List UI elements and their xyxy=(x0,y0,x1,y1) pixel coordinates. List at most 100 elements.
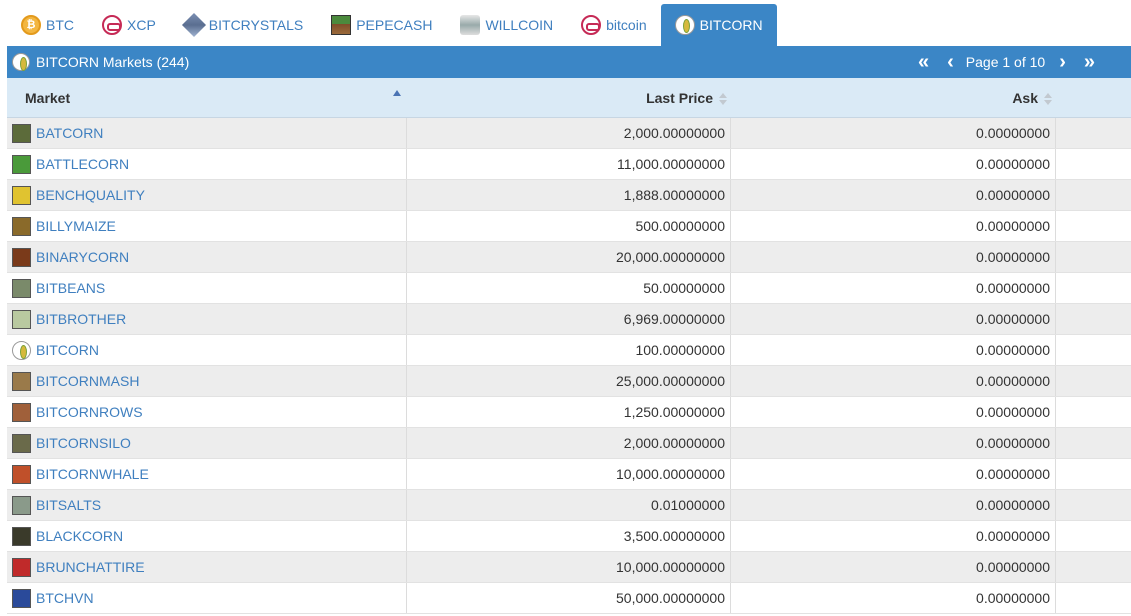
market-tabs: BTC XCP BITCRYSTALS PEPECASH WILLCOIN bi… xyxy=(7,4,777,46)
table-row[interactable]: BITBEANS 50.00000000 0.00000000 xyxy=(7,273,1131,304)
tab-bitcorn[interactable]: BITCORN xyxy=(660,4,777,46)
ask-value: 0.00000000 xyxy=(976,218,1050,234)
last-price-cell: 6,969.00000000 xyxy=(407,304,731,334)
market-link[interactable]: BITBROTHER xyxy=(36,311,126,327)
last-price-cell: 10,000.00000000 xyxy=(407,459,731,489)
column-header-market[interactable]: Market xyxy=(7,78,407,117)
willcoin-icon xyxy=(460,15,481,35)
market-cell: BITCORNSILO xyxy=(7,428,407,458)
ask-cell: 0.00000000 xyxy=(731,366,1056,396)
market-link[interactable]: BATTLECORN xyxy=(36,156,129,172)
last-price-value: 500.00000000 xyxy=(635,218,725,234)
ask-cell: 0.00000000 xyxy=(731,459,1056,489)
last-price-cell: 11,000.00000000 xyxy=(407,149,731,179)
last-price-value: 20,000.00000000 xyxy=(616,249,725,265)
last-price-value: 10,000.00000000 xyxy=(616,559,725,575)
table-row[interactable]: BITBROTHER 6,969.00000000 0.00000000 xyxy=(7,304,1131,335)
asset-icon xyxy=(12,495,31,515)
market-link[interactable]: BITCORNSILO xyxy=(36,435,131,451)
market-cell: BITCORNROWS xyxy=(7,397,407,427)
market-cell: BITSALTS xyxy=(7,490,407,520)
ask-value: 0.00000000 xyxy=(976,528,1050,544)
asset-icon xyxy=(12,340,31,360)
bitcorn-icon xyxy=(12,53,30,71)
ask-value: 0.00000000 xyxy=(976,187,1050,203)
first-page-icon[interactable]: « xyxy=(918,52,929,72)
asset-icon xyxy=(12,123,31,143)
ask-value: 0.00000000 xyxy=(976,156,1050,172)
table-row[interactable]: BITCORNMASH 25,000.00000000 0.00000000 xyxy=(7,366,1131,397)
market-link[interactable]: BILLYMAIZE xyxy=(36,218,116,234)
market-cell: BATCORN xyxy=(7,118,407,148)
market-link[interactable]: BTCHVN xyxy=(36,590,94,606)
tab-label: BITCRYSTALS xyxy=(208,17,304,33)
table-row[interactable]: BITSALTS 0.01000000 0.00000000 xyxy=(7,490,1131,521)
market-cell: BITBROTHER xyxy=(7,304,407,334)
market-link[interactable]: BITCORN xyxy=(36,342,99,358)
market-link[interactable]: BITBEANS xyxy=(36,280,105,296)
table-row[interactable]: BITCORNROWS 1,250.00000000 0.00000000 xyxy=(7,397,1131,428)
column-label: Last Price xyxy=(646,89,713,106)
tab-willcoin[interactable]: WILLCOIN xyxy=(446,4,567,46)
ask-cell: 0.00000000 xyxy=(731,273,1056,303)
market-link[interactable]: BITSALTS xyxy=(36,497,101,513)
market-link[interactable]: BINARYCORN xyxy=(36,249,129,265)
ask-value: 0.00000000 xyxy=(976,404,1050,420)
tab-bitcoin[interactable]: bitcoin xyxy=(567,4,660,46)
tab-btc[interactable]: BTC xyxy=(7,4,88,46)
market-link[interactable]: BITCORNROWS xyxy=(36,404,143,420)
bitcrystals-icon xyxy=(181,12,206,38)
table-row[interactable]: BILLYMAIZE 500.00000000 0.00000000 xyxy=(7,211,1131,242)
market-link[interactable]: BATCORN xyxy=(36,125,103,141)
ask-cell: 0.00000000 xyxy=(731,397,1056,427)
market-link[interactable]: BRUNCHATTIRE xyxy=(36,559,145,575)
tab-pepecash[interactable]: PEPECASH xyxy=(317,4,446,46)
table-row[interactable]: BTCHVN 50,000.00000000 0.00000000 xyxy=(7,583,1131,614)
ask-value: 0.00000000 xyxy=(976,497,1050,513)
asset-icon xyxy=(12,402,31,422)
table-row[interactable]: BITCORN 100.00000000 0.00000000 xyxy=(7,335,1131,366)
market-cell: BRUNCHATTIRE xyxy=(7,552,407,582)
table-row[interactable]: BINARYCORN 20,000.00000000 0.00000000 xyxy=(7,242,1131,273)
table-row[interactable]: BATTLECORN 11,000.00000000 0.00000000 xyxy=(7,149,1131,180)
tab-label: XCP xyxy=(127,17,156,33)
ask-cell: 0.00000000 xyxy=(731,149,1056,179)
table-row[interactable]: BRUNCHATTIRE 10,000.00000000 0.00000000 xyxy=(7,552,1131,583)
table-row[interactable]: BENCHQUALITY 1,888.00000000 0.00000000 xyxy=(7,180,1131,211)
market-cell: BITBEANS xyxy=(7,273,407,303)
asset-icon xyxy=(12,154,31,174)
panel-title: BITCORN Markets (244) xyxy=(36,54,190,70)
market-cell: BLACKCORN xyxy=(7,521,407,551)
asset-icon xyxy=(12,588,31,608)
table-row[interactable]: BITCORNWHALE 10,000.00000000 0.00000000 xyxy=(7,459,1131,490)
table-row[interactable]: BLACKCORN 3,500.00000000 0.00000000 xyxy=(7,521,1131,552)
next-page-icon[interactable]: › xyxy=(1059,52,1066,72)
asset-icon xyxy=(12,433,31,453)
last-price-cell: 2,000.00000000 xyxy=(407,428,731,458)
ask-value: 0.00000000 xyxy=(976,249,1050,265)
tab-label: bitcoin xyxy=(606,17,647,33)
pagination: « ‹ Page 1 of 10 › » xyxy=(918,46,1095,78)
table-row[interactable]: BITCORNSILO 2,000.00000000 0.00000000 xyxy=(7,428,1131,459)
ask-value: 0.00000000 xyxy=(976,125,1050,141)
ask-value: 0.00000000 xyxy=(976,311,1050,327)
last-page-icon[interactable]: » xyxy=(1084,52,1095,72)
table-row[interactable]: BATCORN 2,000.00000000 0.00000000 xyxy=(7,118,1131,149)
last-price-value: 2,000.00000000 xyxy=(623,435,725,451)
last-price-cell: 0.01000000 xyxy=(407,490,731,520)
column-header-last-price[interactable]: Last Price xyxy=(407,78,731,117)
market-link[interactable]: BITCORNMASH xyxy=(36,373,139,389)
market-link[interactable]: BITCORNWHALE xyxy=(36,466,149,482)
column-header-ask[interactable]: Ask xyxy=(731,78,1056,117)
tab-bitcrystals[interactable]: BITCRYSTALS xyxy=(170,4,317,46)
asset-icon xyxy=(12,185,31,205)
asset-icon xyxy=(12,247,31,267)
prev-page-icon[interactable]: ‹ xyxy=(947,52,954,72)
market-link[interactable]: BLACKCORN xyxy=(36,528,123,544)
last-price-cell: 100.00000000 xyxy=(407,335,731,365)
ask-cell: 0.00000000 xyxy=(731,490,1056,520)
markets-panel: BITCORN Markets (244) « ‹ Page 1 of 10 ›… xyxy=(7,46,1131,616)
market-link[interactable]: BENCHQUALITY xyxy=(36,187,145,203)
tab-xcp[interactable]: XCP xyxy=(88,4,170,46)
asset-icon xyxy=(12,557,31,577)
